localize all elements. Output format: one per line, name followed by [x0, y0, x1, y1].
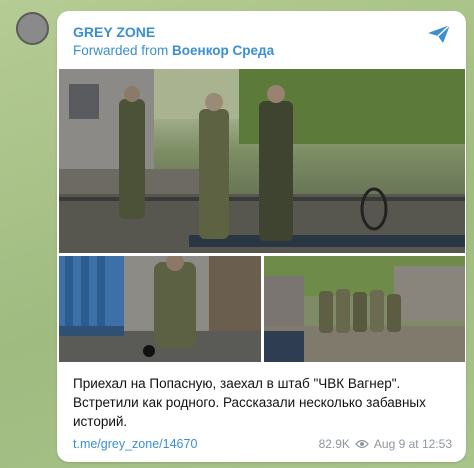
views-count: 82.9K — [318, 437, 350, 451]
photo-bottom-left[interactable] — [59, 256, 261, 362]
forwarded-from: Forwarded from Военкор Среда — [73, 43, 274, 58]
message-bubble: GREY ZONE Forwarded from Военкор Среда П… — [57, 11, 466, 462]
photo-bottom-right[interactable] — [264, 256, 465, 362]
forwarded-source-link[interactable]: Военкор Среда — [172, 43, 274, 58]
message-meta: 82.9K Aug 9 at 12:53 — [319, 437, 452, 451]
photo-bottom-right-image — [264, 256, 465, 362]
photo-main-image — [59, 69, 465, 253]
share-icon[interactable] — [426, 23, 452, 45]
channel-name[interactable]: GREY ZONE — [73, 24, 155, 40]
message-caption: Приехал на Попасную, заехал в штаб "ЧВК … — [73, 376, 426, 429]
post-link[interactable]: t.me/grey_zone/14670 — [73, 437, 197, 451]
eye-icon — [355, 439, 369, 449]
post-date: Aug 9 at 12:53 — [373, 437, 452, 451]
photo-bottom-left-image — [59, 256, 261, 362]
photo-main[interactable] — [59, 69, 465, 253]
forwarded-prefix: Forwarded from — [73, 43, 173, 58]
channel-avatar[interactable] — [16, 12, 49, 45]
